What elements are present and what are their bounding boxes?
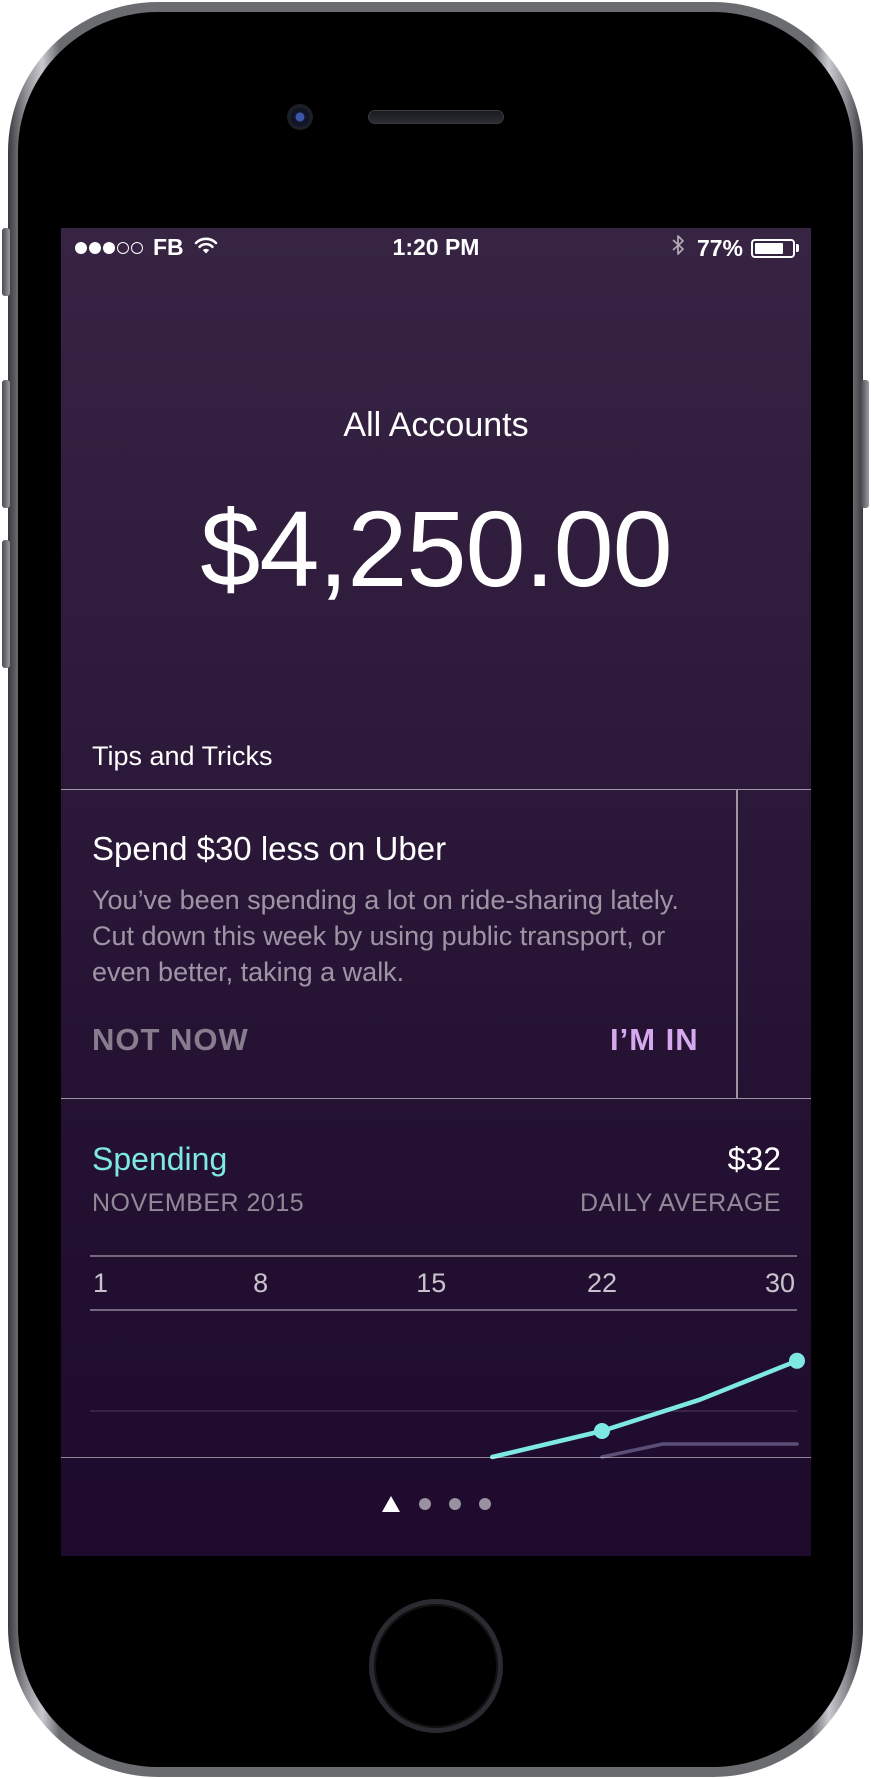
volume-down-button	[2, 540, 10, 668]
mute-switch	[2, 228, 10, 296]
location-arrow-icon[interactable]	[382, 1496, 400, 1512]
volume-up-button	[2, 380, 10, 508]
page-dot[interactable]	[419, 1498, 431, 1510]
spending-chart[interactable]: 1 8 15 22 30	[61, 228, 811, 1556]
front-camera	[287, 104, 313, 130]
x-tick-label: 30	[765, 1268, 795, 1298]
page-control[interactable]	[61, 1457, 811, 1556]
x-tick-label: 15	[416, 1268, 446, 1298]
series-point-current	[789, 1352, 805, 1369]
power-button	[861, 380, 869, 508]
page-dot[interactable]	[479, 1498, 491, 1510]
series-point-current	[593, 1423, 610, 1439]
home-button[interactable]	[369, 1599, 503, 1733]
app-screen: FB 1:20 PM 77% All Accounts $4,250.00 Ti…	[61, 228, 811, 1556]
page-dot[interactable]	[449, 1498, 461, 1510]
series-line-comparison	[600, 1442, 799, 1459]
x-tick-label: 1	[93, 1268, 108, 1298]
x-tick-label: 22	[587, 1268, 617, 1298]
page-indicators[interactable]	[61, 1496, 811, 1512]
earpiece-speaker	[368, 110, 504, 124]
x-tick-label: 8	[253, 1268, 268, 1298]
